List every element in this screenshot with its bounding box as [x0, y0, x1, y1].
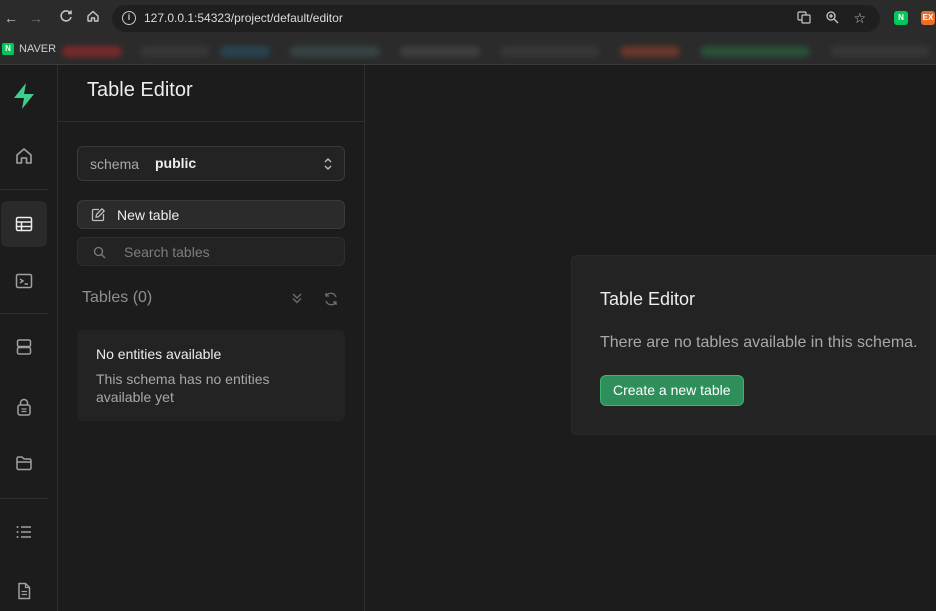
blurred-bookmark[interactable] — [500, 46, 600, 57]
schema-value: public — [155, 155, 197, 171]
sidebar-title: Table Editor — [87, 79, 193, 101]
site-info-icon[interactable]: i — [122, 11, 136, 25]
address-bar[interactable]: i 127.0.0.1:54323/project/default/editor… — [112, 5, 880, 32]
card-title: Table Editor — [600, 289, 696, 309]
bookmark-naver[interactable]: N NAVER — [2, 43, 56, 55]
blurred-bookmark[interactable] — [700, 46, 810, 57]
sql-editor-icon[interactable] — [1, 258, 47, 304]
sidebar-header: Table Editor — [58, 65, 365, 122]
extension-icon[interactable]: EX — [921, 11, 935, 25]
auth-icon[interactable] — [1, 384, 47, 430]
search-icon — [93, 246, 106, 264]
forward-icon[interactable]: → — [27, 9, 45, 27]
bookmark-naver-label: NAVER — [19, 43, 57, 55]
no-tables-card: Table Editor There are no tables availab… — [571, 255, 936, 435]
blurred-bookmark[interactable] — [620, 46, 680, 57]
translate-icon[interactable] — [797, 10, 812, 27]
collapse-all-icon[interactable] — [290, 291, 304, 310]
blurred-bookmark[interactable] — [290, 46, 380, 57]
edit-icon — [90, 207, 106, 228]
rail-divider — [0, 498, 48, 499]
bookmark-star-icon[interactable]: ☆ — [853, 10, 866, 27]
url-text: 127.0.0.1:54323/project/default/editor — [144, 11, 343, 25]
blurred-bookmark[interactable] — [830, 46, 930, 57]
browser-toolbar: ← → i 127.0.0.1:54323/project/default/ed… — [0, 0, 936, 37]
new-table-label: New table — [117, 207, 180, 223]
tables-heading: Tables (0) — [82, 289, 153, 306]
chevron-up-down-icon — [322, 156, 334, 177]
search-tables-input[interactable] — [124, 242, 334, 262]
rail-divider — [0, 313, 48, 314]
table-editor-icon[interactable] — [1, 201, 47, 247]
home-icon[interactable] — [1, 133, 47, 179]
rail-divider — [0, 189, 48, 190]
naver-icon: N — [2, 43, 14, 55]
search-tables-box — [77, 237, 345, 266]
zoom-icon[interactable] — [825, 10, 839, 27]
main-content: Table Editor There are no tables availab… — [365, 65, 936, 611]
blurred-bookmark[interactable] — [220, 46, 270, 57]
logs-icon[interactable] — [1, 509, 47, 555]
create-table-button[interactable]: Create a new table — [600, 375, 744, 406]
empty-entities-card: No entities available This schema has no… — [77, 330, 345, 421]
schema-selector[interactable]: schema public — [77, 146, 345, 181]
naver-extension-icon[interactable]: N — [894, 11, 908, 25]
supabase-logo-icon[interactable] — [0, 73, 48, 119]
empty-title: No entities available — [96, 346, 222, 362]
storage-icon[interactable] — [1, 440, 47, 486]
card-description: There are no tables available in this sc… — [600, 334, 918, 351]
reload-icon[interactable] — [57, 9, 75, 27]
docs-icon[interactable] — [1, 568, 47, 611]
back-icon[interactable]: ← — [2, 9, 20, 27]
nav-rail — [0, 65, 58, 611]
refresh-icon[interactable] — [323, 291, 339, 312]
empty-description: This schema has no entities available ye… — [96, 371, 270, 405]
new-table-button[interactable]: New table — [77, 200, 345, 229]
bookmarks-bar: N NAVER — [0, 37, 936, 65]
table-editor-sidebar: Table Editor schema public New table Tab… — [58, 65, 365, 611]
database-icon[interactable] — [1, 324, 47, 370]
home-browser-icon[interactable] — [84, 9, 102, 27]
blurred-bookmark[interactable] — [62, 46, 122, 57]
blurred-bookmark[interactable] — [400, 46, 480, 57]
schema-label: schema — [90, 156, 140, 172]
blurred-bookmark[interactable] — [140, 46, 210, 57]
